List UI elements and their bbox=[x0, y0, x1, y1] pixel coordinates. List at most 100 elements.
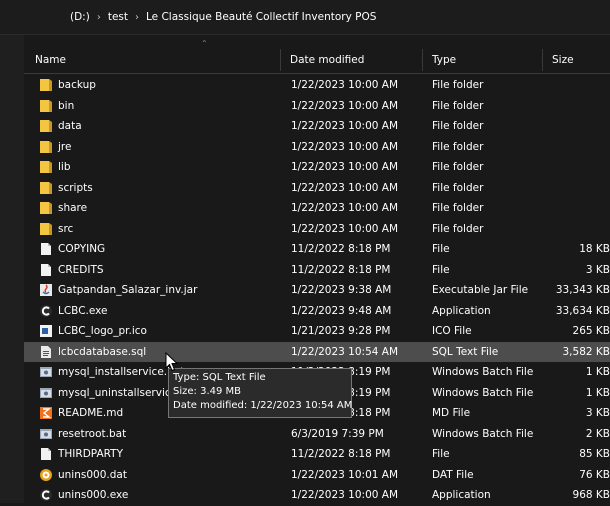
file-type: File folder bbox=[432, 161, 483, 174]
file-name: src bbox=[58, 223, 73, 236]
file-name: COPYING bbox=[58, 243, 105, 256]
file-size: 85 KB bbox=[579, 448, 610, 461]
breadcrumb-drive[interactable]: (D:) bbox=[70, 11, 90, 23]
file-row[interactable]: resetroot.bat6/3/2019 7:39 PMWindows Bat… bbox=[24, 424, 610, 445]
file-name: README.md bbox=[58, 407, 123, 420]
file-name: resetroot.bat bbox=[58, 428, 126, 441]
file-tooltip: Type: SQL Text File Size: 3.49 MB Date m… bbox=[168, 368, 352, 418]
file-size: 3,582 KB bbox=[563, 346, 610, 359]
file-row[interactable]: LCBC.exe1/22/2023 9:48 AMApplication33,6… bbox=[24, 301, 610, 322]
file-date-modified: 1/22/2023 10:00 AM bbox=[291, 489, 398, 502]
file-size: 3 KB bbox=[586, 407, 610, 420]
column-divider[interactable] bbox=[542, 49, 543, 71]
file-date-modified: 1/22/2023 10:00 AM bbox=[291, 120, 398, 133]
file-size: 968 KB bbox=[573, 489, 610, 502]
file-type: Executable Jar File bbox=[432, 284, 528, 297]
file-date-modified: 1/21/2023 9:28 PM bbox=[291, 325, 390, 338]
file-icon bbox=[39, 263, 53, 277]
file-row[interactable]: lcbcdatabase.sql 1/22/2023 10:54 AM SQL Te… bbox=[24, 342, 610, 363]
file-type: File folder bbox=[432, 141, 483, 154]
file-type: File folder bbox=[432, 79, 483, 92]
column-header-date[interactable]: Date modified bbox=[290, 54, 364, 66]
file-name: CREDITS bbox=[58, 264, 104, 277]
file-date-modified: 1/22/2023 10:00 AM bbox=[291, 182, 398, 195]
file-size: 33,634 KB bbox=[556, 305, 610, 318]
file-name: Gatpandan_Salazar_inv.jar bbox=[58, 284, 197, 297]
file-name: LCBC.exe bbox=[58, 305, 108, 318]
file-row[interactable]: jre 1/22/2023 10:00 AM File folder bbox=[24, 137, 610, 158]
file-type: SQL Text File bbox=[432, 346, 498, 359]
file-type: MD File bbox=[432, 407, 470, 420]
batch-icon bbox=[39, 365, 53, 379]
file-type: ICO File bbox=[432, 325, 472, 338]
column-divider[interactable] bbox=[422, 49, 423, 71]
app-c-icon bbox=[39, 488, 53, 502]
folder-icon bbox=[39, 160, 53, 174]
file-name: jre bbox=[58, 141, 71, 154]
folder-icon bbox=[39, 201, 53, 215]
folder-icon bbox=[39, 181, 53, 195]
file-type: File folder bbox=[432, 182, 483, 195]
breadcrumb-current-folder[interactable]: Le Classique Beauté Collectif Inventory … bbox=[146, 11, 376, 23]
file-type: Application bbox=[432, 489, 491, 502]
dat-icon bbox=[39, 468, 53, 482]
file-type: File folder bbox=[432, 223, 483, 236]
chevron-right-icon: › bbox=[97, 12, 101, 23]
file-row[interactable]: backup 1/22/2023 10:00 AM File folder bbox=[24, 75, 610, 96]
file-row[interactable]: lib1/22/2023 10:00 AMFile folder bbox=[24, 157, 610, 178]
file-type: File folder bbox=[432, 120, 483, 133]
file-row[interactable]: THIRDPARTY11/2/2022 8:18 PMFile85 KB bbox=[24, 444, 610, 465]
file-date-modified: 11/2/2022 8:18 PM bbox=[291, 243, 390, 256]
file-name: LCBC_logo_pr.ico bbox=[58, 325, 147, 338]
tooltip-size: Size: 3.49 MB bbox=[173, 385, 347, 399]
column-header-row: ⌃ Name Date modified Type Size bbox=[24, 35, 610, 74]
file-date-modified: 1/22/2023 10:00 AM bbox=[291, 79, 398, 92]
folder-icon bbox=[39, 99, 53, 113]
file-name: unins000.exe bbox=[58, 489, 128, 502]
app-c-icon bbox=[39, 304, 53, 318]
file-date-modified: 1/22/2023 10:00 AM bbox=[291, 202, 398, 215]
file-type: Windows Batch File bbox=[432, 387, 533, 400]
file-row[interactable]: unins000.dat1/22/2023 10:01 AMDAT File76… bbox=[24, 465, 610, 486]
file-row[interactable]: Gatpandan_Salazar_inv.jar 1/22/2023 9:38 … bbox=[24, 280, 610, 301]
file-row[interactable]: src 1/22/2023 10:00 AM File folder bbox=[24, 219, 610, 240]
file-row[interactable]: data 1/22/2023 10:00 AM File folder bbox=[24, 116, 610, 137]
file-row[interactable]: bin1/22/2023 10:00 AMFile folder bbox=[24, 96, 610, 117]
breadcrumb-test[interactable]: test bbox=[108, 11, 128, 23]
file-row[interactable]: unins000.exe 1/22/2023 10:00 AM Applicatio… bbox=[24, 485, 610, 506]
breadcrumb: (D:) › test › Le Classique Beauté Collec… bbox=[0, 0, 610, 34]
file-date-modified: 1/22/2023 10:00 AM bbox=[291, 100, 398, 113]
file-date-modified: 1/22/2023 9:38 AM bbox=[291, 284, 391, 297]
folder-icon bbox=[39, 222, 53, 236]
ico-icon bbox=[39, 324, 53, 338]
file-row[interactable]: COPYING11/2/2022 8:18 PMFile18 KB bbox=[24, 239, 610, 260]
file-name: scripts bbox=[58, 182, 93, 195]
file-name: lcbcdatabase.sql bbox=[58, 346, 146, 359]
file-date-modified: 1/22/2023 10:00 AM bbox=[291, 141, 398, 154]
file-date-modified: 1/22/2023 10:54 AM bbox=[291, 346, 398, 359]
folder-icon bbox=[39, 78, 53, 92]
column-header-size[interactable]: Size bbox=[552, 54, 574, 66]
file-size: 18 KB bbox=[579, 243, 610, 256]
file-name: data bbox=[58, 120, 82, 133]
file-date-modified: 6/3/2019 7:39 PM bbox=[291, 428, 384, 441]
file-type: Windows Batch File bbox=[432, 366, 533, 379]
file-name: backup bbox=[58, 79, 96, 92]
file-row[interactable]: share1/22/2023 10:00 AMFile folder bbox=[24, 198, 610, 219]
batch-icon bbox=[39, 386, 53, 400]
file-row[interactable]: CREDITS11/2/2022 8:18 PMFile3 KB bbox=[24, 260, 610, 281]
file-row[interactable]: scripts 1/22/2023 10:00 AM File folder bbox=[24, 178, 610, 199]
folder-icon bbox=[39, 140, 53, 154]
file-size: 1 KB bbox=[586, 366, 610, 379]
column-divider[interactable] bbox=[280, 49, 281, 71]
column-header-name[interactable]: Name bbox=[35, 54, 66, 66]
file-size: 1 KB bbox=[586, 387, 610, 400]
file-date-modified: 1/22/2023 10:00 AM bbox=[291, 223, 398, 236]
batch-icon bbox=[39, 427, 53, 441]
mouse-cursor-icon bbox=[165, 352, 179, 372]
file-row[interactable]: LCBC_logo_pr.ico 1/21/2023 9:28 PM ICO Fil… bbox=[24, 321, 610, 342]
md-icon bbox=[39, 406, 53, 420]
column-header-type[interactable]: Type bbox=[432, 54, 456, 66]
file-date-modified: 11/2/2022 8:18 PM bbox=[291, 264, 390, 277]
file-type: File bbox=[432, 264, 450, 277]
